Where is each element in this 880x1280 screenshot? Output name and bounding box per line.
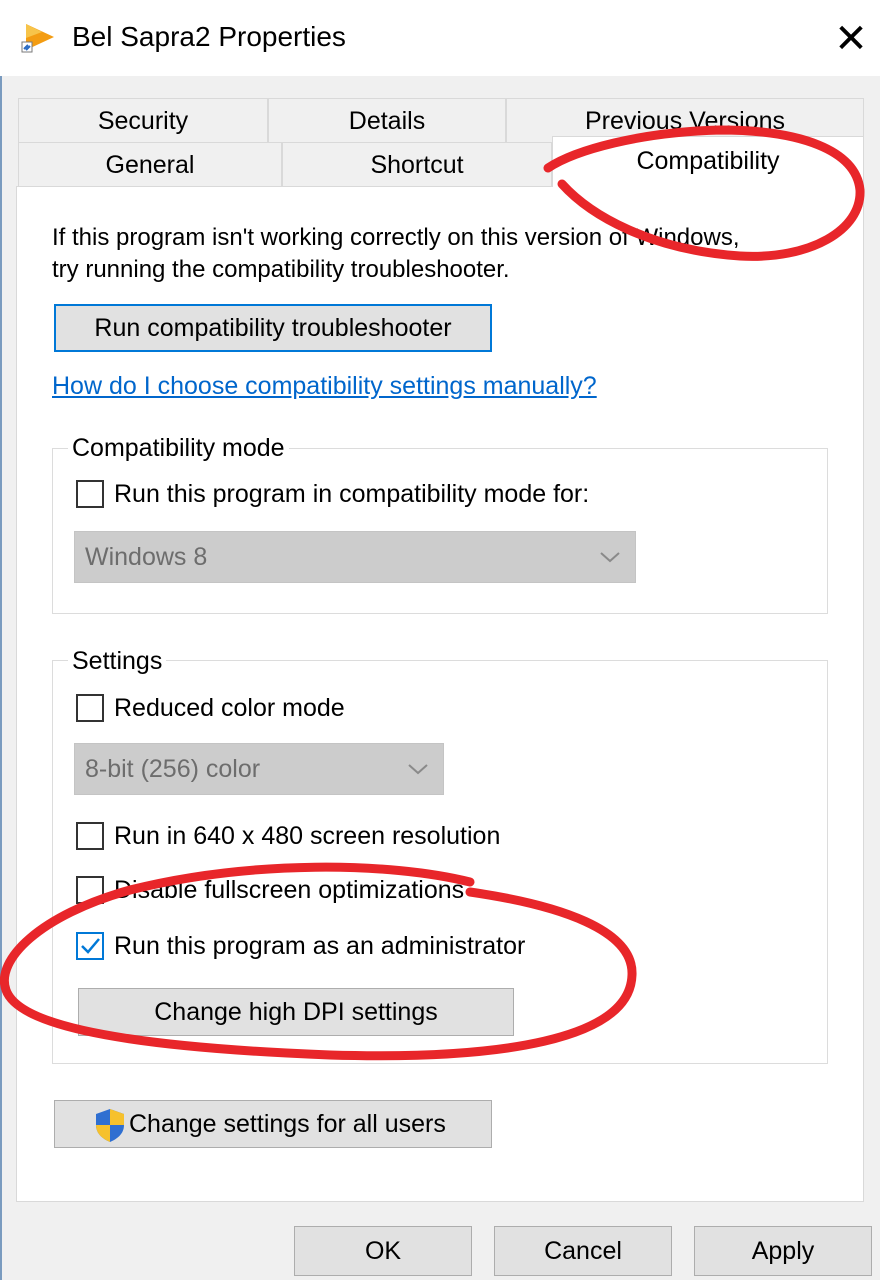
- os-version-value: Windows 8: [85, 543, 208, 571]
- settings-legend: Settings: [68, 646, 167, 676]
- res-640-label: Run in 640 x 480 screen resolution: [114, 822, 501, 850]
- manual-settings-link[interactable]: How do I choose compatibility settings m…: [52, 372, 597, 401]
- tab-shortcut[interactable]: Shortcut: [282, 142, 552, 187]
- change-dpi-button[interactable]: Change high DPI settings: [78, 988, 514, 1036]
- apply-button[interactable]: Apply: [694, 1226, 872, 1276]
- tab-compatibility[interactable]: Compatibility: [552, 136, 864, 187]
- close-button[interactable]: ✕: [822, 10, 880, 68]
- compatibility-mode-legend: Compatibility mode: [68, 433, 289, 463]
- compat-mode-checkbox[interactable]: [76, 480, 104, 508]
- run-admin-label: Run this program as an administrator: [114, 932, 526, 960]
- reduced-color-checkbox[interactable]: [76, 694, 104, 722]
- compat-mode-label: Run this program in compatibility mode f…: [114, 480, 590, 508]
- intro-text: If this program isn't working correctly …: [52, 222, 832, 286]
- run-troubleshooter-button[interactable]: Run compatibility troubleshooter: [54, 304, 492, 352]
- window-border: [0, 76, 2, 1280]
- cancel-button[interactable]: Cancel: [494, 1226, 672, 1276]
- shield-icon: [93, 1107, 127, 1150]
- media-player-icon: [20, 18, 58, 56]
- change-all-users-label: Change settings for all users: [129, 1109, 446, 1138]
- disable-fullscreen-label: Disable fullscreen optimizations: [114, 876, 465, 904]
- color-depth-value: 8-bit (256) color: [85, 755, 261, 783]
- run-admin-checkbox[interactable]: [76, 932, 104, 960]
- color-depth-select[interactable]: 8-bit (256) color: [74, 743, 444, 795]
- chevron-down-icon: [407, 744, 429, 794]
- intro-line-1: If this program isn't working correctly …: [52, 224, 740, 251]
- reduced-color-label: Reduced color mode: [114, 694, 345, 722]
- ok-button[interactable]: OK: [294, 1226, 472, 1276]
- close-icon: ✕: [834, 17, 868, 61]
- change-all-users-button[interactable]: Change settings for all users: [54, 1100, 492, 1148]
- checkmark-icon: [81, 938, 100, 954]
- window-title: Bel Sapra2 Properties: [72, 21, 346, 52]
- chevron-down-icon: [599, 532, 621, 582]
- disable-fullscreen-checkbox[interactable]: [76, 876, 104, 904]
- intro-line-2: try running the compatibility troublesho…: [52, 256, 510, 283]
- tab-security[interactable]: Security: [18, 98, 268, 144]
- res-640-checkbox[interactable]: [76, 822, 104, 850]
- tab-details[interactable]: Details: [268, 98, 506, 144]
- os-version-select[interactable]: Windows 8: [74, 531, 636, 583]
- tab-general[interactable]: General: [18, 142, 282, 187]
